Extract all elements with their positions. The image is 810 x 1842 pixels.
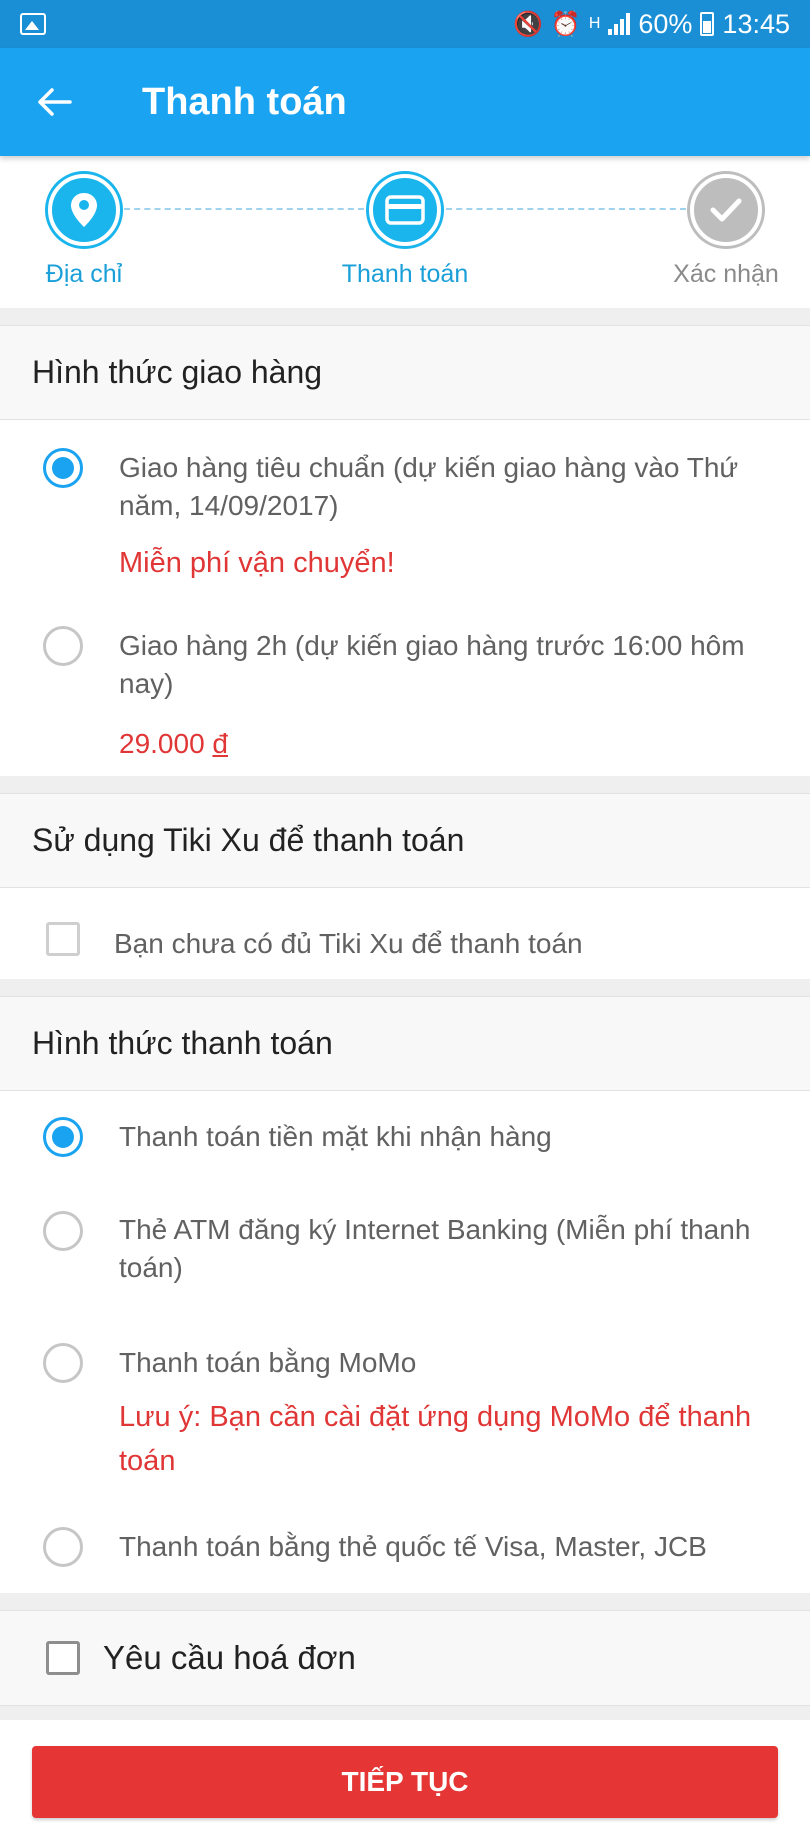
page-title: Thanh toán xyxy=(142,80,347,123)
tiki-xu-section-title: Sử dụng Tiki Xu để thanh toán xyxy=(32,822,465,858)
checkout-stepper: Địa chỉ Thanh toán Xác nhận xyxy=(0,156,810,308)
payment-section-title: Hình thức thanh toán xyxy=(32,1025,333,1061)
delivery-section-title: Hình thức giao hàng xyxy=(32,354,323,390)
continue-button[interactable]: TIẾP TỤC xyxy=(32,1746,778,1818)
alarm-icon: ⏰ xyxy=(550,10,581,38)
status-bar: 🔇 ⏰ H 60% 13:45 xyxy=(0,0,810,48)
clock: 13:45 xyxy=(722,8,790,39)
delivery-section-header: Hình thức giao hàng xyxy=(0,325,810,420)
payment-option-label: Thanh toán bằng thẻ quốc tế Visa, Master… xyxy=(119,1531,707,1562)
back-button[interactable] xyxy=(0,48,110,156)
mute-icon: 🔇 xyxy=(513,10,543,38)
payment-option-card[interactable]: Thanh toán bằng thẻ quốc tế Visa, Master… xyxy=(0,1497,810,1593)
payment-option-label: Thanh toán bằng MoMo xyxy=(119,1347,417,1378)
arrow-left-icon xyxy=(38,88,72,116)
price-amount: 29.000 xyxy=(119,728,205,759)
free-shipping-note: Miễn phí vận chuyển! xyxy=(119,547,395,579)
step-confirm[interactable]: Xác nhận xyxy=(626,174,810,289)
tiki-xu-section-header: Sử dụng Tiki Xu để thanh toán xyxy=(0,793,810,888)
invoice-label: Yêu cầu hoá đơn xyxy=(103,1639,356,1676)
radio-button[interactable] xyxy=(43,1343,83,1383)
battery-percent: 60% xyxy=(638,8,693,39)
location-pin-icon xyxy=(71,193,97,227)
step-address-circle xyxy=(48,174,120,246)
checkmark-icon xyxy=(710,198,742,222)
payment-option-atm[interactable]: Thẻ ATM đăng ký Internet Banking (Miễn p… xyxy=(0,1183,810,1315)
payment-section-header: Hình thức thanh toán xyxy=(0,996,810,1091)
radio-button[interactable] xyxy=(43,1211,83,1251)
step-payment-label: Thanh toán xyxy=(341,260,469,288)
tiki-xu-label: Bạn chưa có đủ Tiki Xu để thanh toán xyxy=(114,928,583,959)
credit-card-icon xyxy=(385,195,425,225)
step-payment[interactable]: Thanh toán xyxy=(305,174,505,289)
radio-button[interactable] xyxy=(43,1117,83,1157)
app-bar: Thanh toán xyxy=(0,48,810,156)
battery-icon xyxy=(700,12,715,36)
momo-install-note: Lưu ý: Bạn cần cài đặt ứng dụng MoMo để … xyxy=(119,1401,752,1477)
tiki-xu-section-body: Bạn chưa có đủ Tiki Xu để thanh toán xyxy=(0,888,810,979)
step-address[interactable]: Địa chỉ xyxy=(0,174,184,289)
payment-option-cash[interactable]: Thanh toán tiền mặt khi nhận hàng xyxy=(0,1091,810,1183)
delivery-option-label: Giao hàng tiêu chuẩn (dự kiến giao hàng … xyxy=(119,452,739,521)
network-type-icon: H xyxy=(588,15,601,32)
invoice-checkbox[interactable] xyxy=(46,1641,80,1675)
radio-button[interactable] xyxy=(43,448,83,488)
step-address-label: Địa chỉ xyxy=(45,260,123,288)
delivery-price: 29.000 đ xyxy=(119,728,228,760)
step-payment-circle xyxy=(369,174,441,246)
step-confirm-label: Xác nhận xyxy=(673,260,779,288)
delivery-option-2h[interactable]: Giao hàng 2h (dự kiến giao hàng trước 16… xyxy=(0,598,810,776)
price-currency: đ xyxy=(212,728,228,759)
payment-option-momo[interactable]: Thanh toán bằng MoMo Lưu ý: Bạn cần cài … xyxy=(0,1315,810,1497)
delivery-option-label: Giao hàng 2h (dự kiến giao hàng trước 16… xyxy=(119,630,745,699)
payment-option-label: Thanh toán tiền mặt khi nhận hàng xyxy=(119,1121,552,1152)
gallery-notification-icon xyxy=(20,13,46,35)
radio-button[interactable] xyxy=(43,626,83,666)
payment-section-body: Thanh toán tiền mặt khi nhận hàng Thẻ AT… xyxy=(0,1091,810,1593)
tiki-xu-checkbox[interactable] xyxy=(46,922,80,956)
invoice-row[interactable]: Yêu cầu hoá đơn xyxy=(0,1610,810,1706)
payment-option-label: Thẻ ATM đăng ký Internet Banking (Miễn p… xyxy=(119,1214,751,1283)
radio-button[interactable] xyxy=(43,1527,83,1567)
step-confirm-circle xyxy=(690,174,762,246)
signal-icon xyxy=(608,13,631,35)
delivery-section-body: Giao hàng tiêu chuẩn (dự kiến giao hàng … xyxy=(0,420,810,776)
delivery-option-standard[interactable]: Giao hàng tiêu chuẩn (dự kiến giao hàng … xyxy=(0,420,810,590)
